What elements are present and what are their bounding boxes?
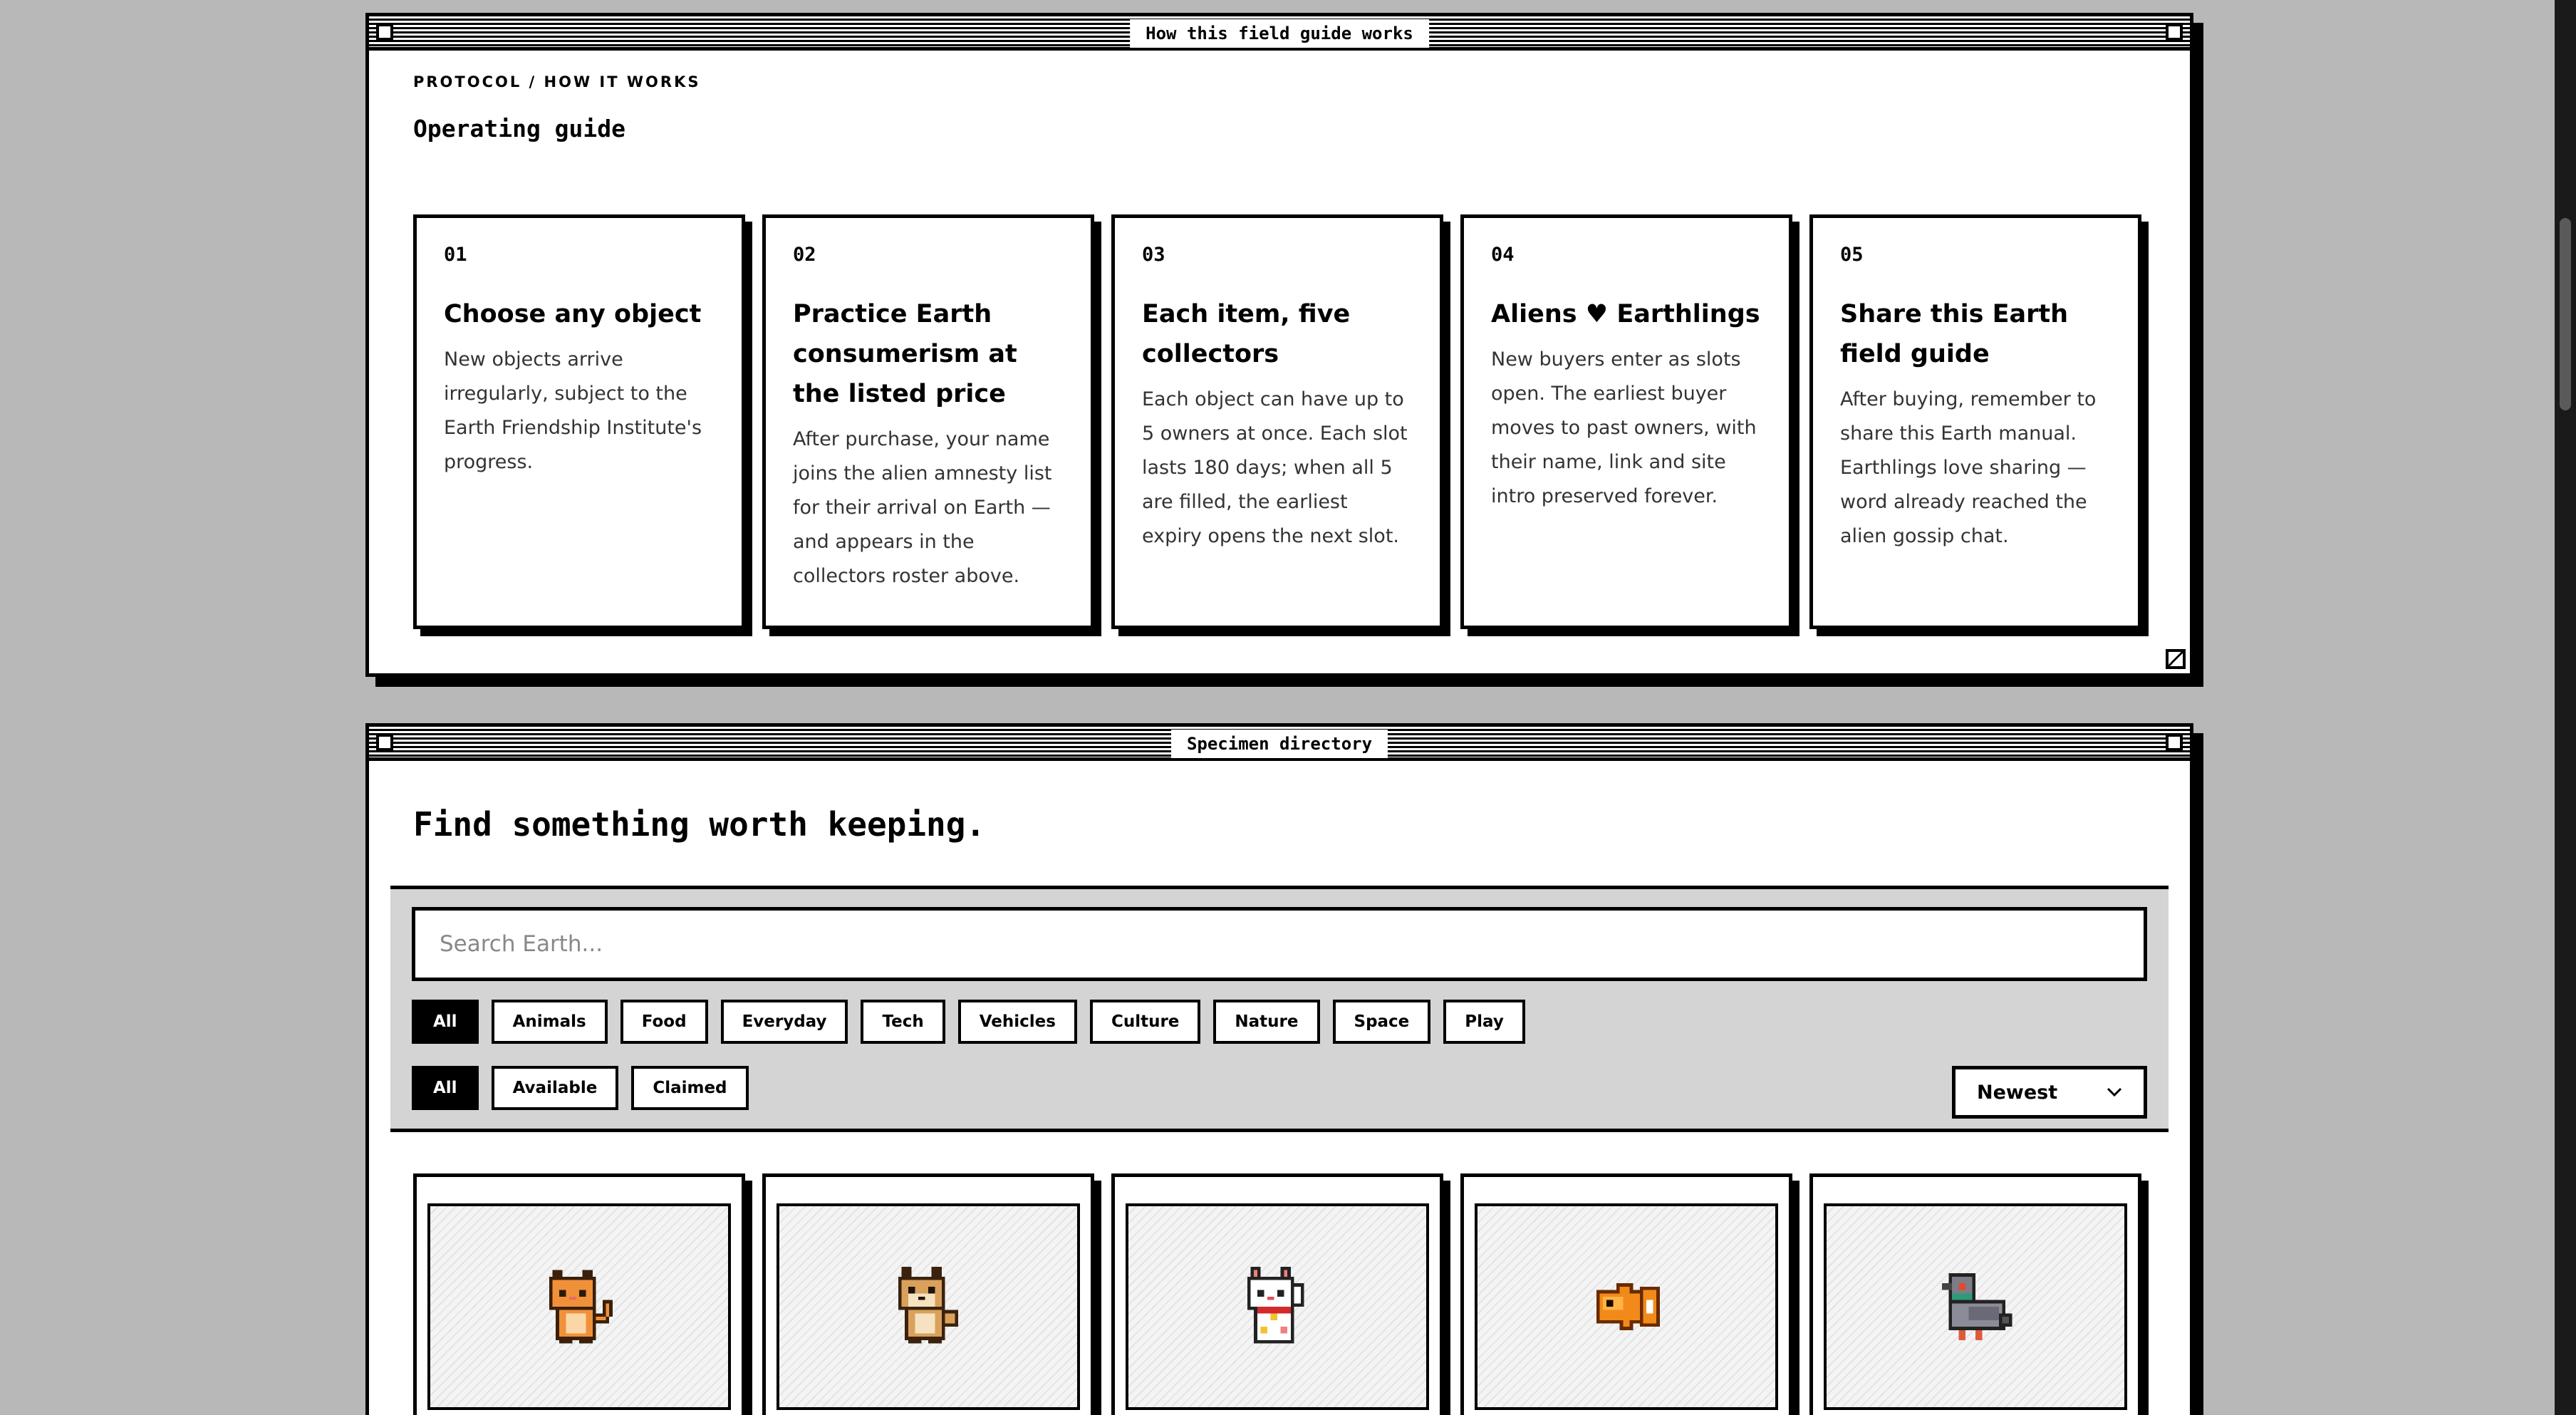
close-box-icon[interactable] (376, 24, 393, 41)
category-chip-play[interactable]: Play (1443, 1000, 1525, 1044)
directory-headline: Find something worth keeping. (413, 805, 986, 844)
step-number: 03 (1142, 244, 1165, 266)
zoom-box-icon[interactable] (2166, 734, 2183, 751)
step-body: After purchase, your name joins the alie… (793, 428, 1052, 587)
step-number: 02 (793, 244, 816, 266)
step-body: New objects arrive irregularly, subject … (444, 348, 702, 473)
category-chip-space[interactable]: Space (1332, 1000, 1431, 1044)
guide-window: How this field guide works PROTOCOL / HO… (365, 13, 2193, 677)
step-title-part: Aliens (1491, 300, 1577, 328)
heart-icon: ♥ (1585, 300, 1609, 328)
category-chip-food[interactable]: Food (620, 1000, 708, 1044)
directory-window: Specimen directory Find something worth … (365, 723, 2193, 1415)
step-card-1: 01 Choose any object New objects arrive … (413, 214, 745, 629)
step-title-part: Earthlings (1616, 300, 1760, 328)
specimen-card[interactable] (1111, 1173, 1443, 1415)
category-chip-animals[interactable]: Animals (491, 1000, 608, 1044)
category-chip-vehicles[interactable]: Vehicles (957, 1000, 1077, 1044)
status-filters: All Available Claimed (412, 1066, 749, 1110)
status-chip-available[interactable]: Available (491, 1066, 619, 1110)
specimen-card[interactable] (1460, 1173, 1792, 1415)
sort-selected-value: Newest (1977, 1081, 2058, 1104)
zoom-box-icon[interactable] (2166, 24, 2183, 41)
sort-select[interactable]: Newest (1952, 1066, 2147, 1119)
specimen-card[interactable] (413, 1173, 745, 1415)
step-number: 04 (1491, 244, 1515, 266)
specimen-thumbnail[interactable] (777, 1203, 1080, 1410)
directory-window-title: Specimen directory (1170, 730, 1388, 758)
step-card-4: 04 Aliens ♥ Earthlings New buyers enter … (1460, 214, 1792, 629)
step-title: Practice Earth consumerism at the listed… (793, 300, 1017, 408)
step-title: Each item, five collectors (1142, 300, 1351, 368)
category-chip-tech[interactable]: Tech (861, 1000, 945, 1044)
step-card-5: 05 Share this Earth field guide After bu… (1809, 214, 2141, 629)
step-number: 05 (1840, 244, 1864, 266)
guide-window-titlebar[interactable]: How this field guide works (369, 16, 2190, 51)
specimen-thumbnail[interactable] (1475, 1203, 1778, 1410)
close-box-icon[interactable] (376, 734, 393, 751)
status-chip-all[interactable]: All (412, 1066, 479, 1110)
specimen-grid (413, 1173, 2141, 1415)
orange-cat-icon (549, 1270, 613, 1344)
category-chip-culture[interactable]: Culture (1089, 1000, 1201, 1044)
step-body: New buyers enter as slots open. The earl… (1491, 348, 1757, 507)
goldfish-icon (1596, 1283, 1660, 1330)
specimen-card[interactable] (762, 1173, 1094, 1415)
filter-panel: All Animals Food Everyday Tech Vehicles … (390, 886, 2169, 1132)
steps-list: 01 Choose any object New objects arrive … (413, 214, 2141, 629)
step-body: After buying, remember to share this Ear… (1840, 388, 2097, 547)
section-kicker: PROTOCOL / HOW IT WORKS (413, 73, 701, 90)
specimen-thumbnail[interactable] (427, 1203, 731, 1410)
specimen-thumbnail[interactable] (1126, 1203, 1429, 1410)
step-body: Each object can have up to 5 owners at o… (1142, 388, 1408, 547)
step-card-3: 03 Each item, five collectors Each objec… (1111, 214, 1443, 629)
step-card-2: 02 Practice Earth consumerism at the lis… (762, 214, 1094, 629)
category-filters: All Animals Food Everyday Tech Vehicles … (412, 1000, 1525, 1044)
directory-window-titlebar[interactable]: Specimen directory (369, 727, 2190, 761)
category-chip-all[interactable]: All (412, 1000, 479, 1044)
chevron-down-icon (2107, 1087, 2122, 1097)
category-chip-nature[interactable]: Nature (1213, 1000, 1320, 1044)
status-chip-claimed[interactable]: Claimed (631, 1066, 749, 1110)
step-title: Share this Earth field guide (1840, 300, 2069, 368)
step-title: Choose any object (444, 300, 702, 328)
section-title: Operating guide (413, 115, 626, 142)
specimen-card[interactable] (1809, 1173, 2141, 1415)
scrollbar-thumb[interactable] (2560, 218, 2571, 410)
guide-window-title: How this field guide works (1130, 19, 1429, 48)
lucky-cat-icon (1247, 1266, 1304, 1344)
category-chip-everyday[interactable]: Everyday (720, 1000, 848, 1044)
pigeon-icon (1942, 1273, 2012, 1340)
search-input[interactable] (412, 907, 2147, 981)
shiba-dog-icon (898, 1266, 959, 1344)
page-scrollbar[interactable] (2555, 0, 2576, 1415)
resize-handle-icon[interactable] (2166, 649, 2186, 669)
step-title: Aliens ♥ Earthlings (1491, 294, 1762, 334)
step-number: 01 (444, 244, 467, 266)
specimen-thumbnail[interactable] (1824, 1203, 2127, 1410)
